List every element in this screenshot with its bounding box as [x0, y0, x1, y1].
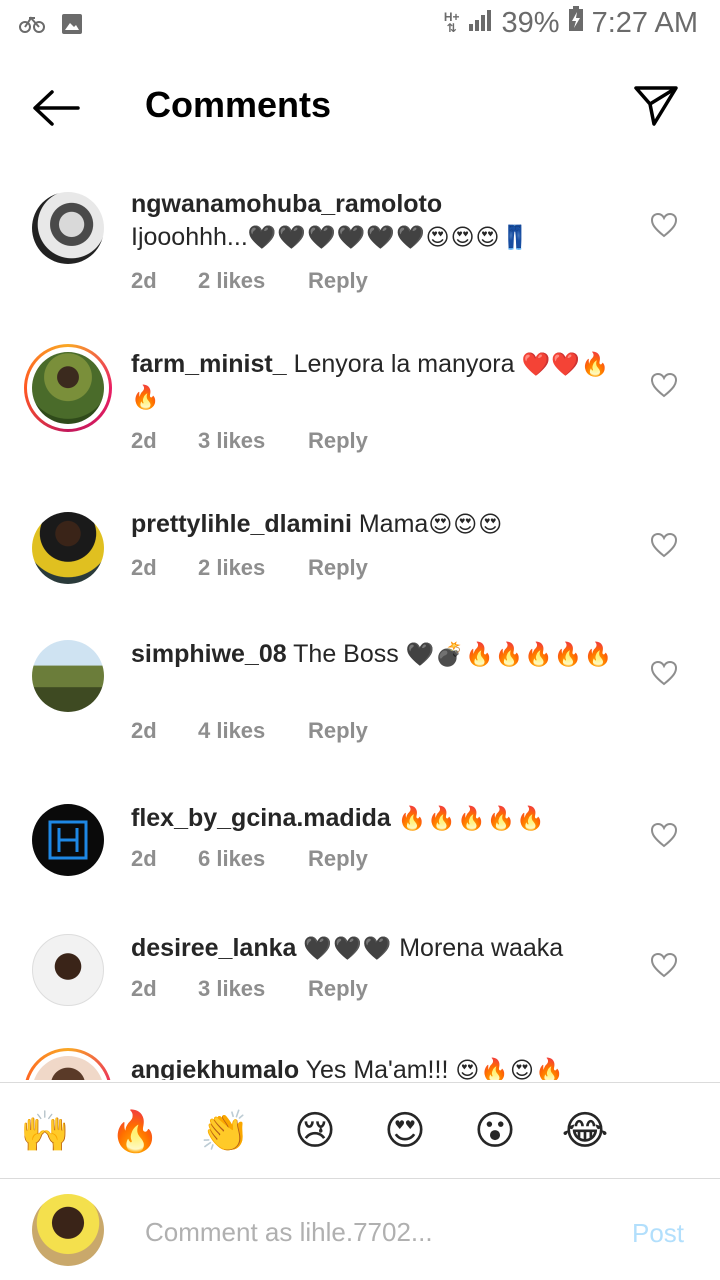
comment-meta: 2d 3 likes Reply [131, 428, 368, 454]
comment-text: prettylihle_dlamini Mama😍😍😍 [131, 508, 631, 541]
avatar[interactable] [32, 934, 104, 1006]
comment-text: farm_minist_ Lenyora la manyora ❤️❤️🔥🔥 [131, 348, 631, 414]
battery-percent: 39% [501, 6, 560, 39]
comment-body: Morena waaka [399, 934, 564, 962]
comment-emoji: 😍🔥😍🔥 [455, 1057, 565, 1080]
avatar[interactable] [32, 512, 104, 584]
avatar[interactable] [32, 804, 104, 876]
like-heart-icon[interactable] [650, 372, 678, 398]
comment-username[interactable]: prettylihle_dlamini [131, 510, 352, 538]
comment-body: Mama [358, 510, 429, 538]
comment-body: Ijooohhh... [131, 223, 248, 251]
reaction-clap-icon[interactable]: 👏 [200, 1108, 250, 1155]
comment-username[interactable]: angiekhumalo [131, 1056, 299, 1080]
comment-likes[interactable]: 3 likes [198, 428, 308, 454]
comment-emoji: 😍😍😍 [428, 511, 504, 537]
reply-button[interactable]: Reply [308, 718, 368, 744]
comment-likes[interactable]: 6 likes [198, 846, 308, 872]
reply-button[interactable]: Reply [308, 428, 368, 454]
battery-charging-icon [568, 6, 584, 40]
quick-reaction-bar: 🙌 🔥 👏 😢 😍 😮 😂 [0, 1090, 720, 1178]
comment-meta: 2d 2 likes Reply [131, 268, 368, 294]
reaction-laughing-icon[interactable]: 😂 [560, 1108, 610, 1154]
comment-text: desiree_lanka 🖤🖤🖤 Morena waaka [131, 932, 631, 965]
comment-emoji: 🖤💣🔥🔥🔥🔥🔥 [405, 641, 614, 667]
comment-input[interactable] [145, 1210, 605, 1254]
comment-username[interactable]: simphiwe_08 [131, 640, 287, 668]
comment-meta: 2d 2 likes Reply [131, 555, 368, 581]
reaction-surprised-icon[interactable]: 😮 [470, 1108, 520, 1154]
comment-text: simphiwe_08 The Boss 🖤💣🔥🔥🔥🔥🔥 [131, 638, 631, 671]
divider [0, 1082, 720, 1083]
divider [0, 1178, 720, 1179]
page-title: Comments [145, 84, 332, 125]
comment-likes[interactable]: 3 likes [198, 976, 308, 1002]
current-user-avatar [32, 1194, 104, 1266]
clock: 7:27 AM [591, 6, 698, 39]
signal-icon [468, 7, 494, 40]
comment-likes[interactable]: 4 likes [198, 718, 308, 744]
comment-emoji: 🖤🖤🖤🖤🖤🖤😍😍😍👖 [247, 224, 531, 250]
like-heart-icon[interactable] [650, 532, 678, 558]
gallery-icon [60, 12, 84, 41]
comment-meta: 2d 3 likes Reply [131, 976, 368, 1002]
comment-likes[interactable]: 2 likes [198, 268, 308, 294]
comment-time: 2d [131, 268, 157, 293]
paper-plane-icon [634, 86, 678, 126]
comment-username[interactable]: flex_by_gcina.madida [131, 804, 391, 832]
comment-time: 2d [131, 846, 157, 871]
comment-time: 2d [131, 718, 157, 743]
like-heart-icon[interactable] [650, 212, 678, 238]
comment-text: angiekhumalo Yes Ma'am!!! 😍🔥😍🔥 [131, 1054, 631, 1080]
comment-username[interactable]: desiree_lanka [131, 934, 296, 962]
comment-username[interactable]: ngwanamohuba_ramoloto [131, 190, 442, 218]
comments-list[interactable]: ngwanamohuba_ramoloto Ijooohhh...🖤🖤🖤🖤🖤🖤😍… [0, 170, 720, 1080]
reply-button[interactable]: Reply [308, 555, 368, 581]
post-button[interactable]: Post [632, 1218, 684, 1249]
reaction-fire-icon[interactable]: 🔥 [110, 1108, 160, 1155]
avatar-with-story-ring[interactable] [24, 1048, 112, 1080]
comment-body: The Boss [293, 640, 399, 668]
avatar[interactable] [32, 192, 104, 264]
reaction-crying-icon[interactable]: 😢 [290, 1108, 340, 1154]
share-button[interactable] [630, 80, 682, 132]
comment-text: ngwanamohuba_ramoloto Ijooohhh...🖤🖤🖤🖤🖤🖤😍… [131, 188, 631, 254]
comment-emoji: 🖤🖤🖤 [303, 935, 393, 961]
status-left-icons [18, 12, 84, 41]
reaction-raised-hands-icon[interactable]: 🙌 [20, 1108, 70, 1155]
comment-likes[interactable]: 2 likes [198, 555, 308, 581]
comment-composer: Post [0, 1182, 720, 1280]
reply-button[interactable]: Reply [308, 976, 368, 1002]
logo-icon [48, 820, 88, 860]
comment-time: 2d [131, 555, 157, 580]
status-right: H+ ⇅ 39% 7:27 AM [444, 6, 698, 40]
status-bar: H+ ⇅ 39% 7:27 AM [0, 0, 720, 50]
like-heart-icon[interactable] [650, 660, 678, 686]
like-heart-icon[interactable] [650, 952, 678, 978]
back-button[interactable] [30, 86, 82, 130]
reply-button[interactable]: Reply [308, 846, 368, 872]
arrow-left-icon [33, 90, 80, 126]
reply-button[interactable]: Reply [308, 268, 368, 294]
avatar-with-story-ring[interactable] [24, 344, 112, 432]
avatar[interactable] [32, 640, 104, 712]
like-heart-icon[interactable] [650, 822, 678, 848]
comment-username[interactable]: farm_minist_ [131, 350, 287, 378]
comment-text: flex_by_gcina.madida 🔥🔥🔥🔥🔥 [131, 802, 631, 835]
header-bar: Comments [0, 60, 720, 152]
comment-time: 2d [131, 428, 157, 453]
notification-bike-icon [18, 12, 46, 41]
reaction-heart-eyes-icon[interactable]: 😍 [380, 1108, 430, 1154]
comment-time: 2d [131, 976, 157, 1001]
comment-meta: 2d 6 likes Reply [131, 846, 368, 872]
network-type: H+ ⇅ [443, 10, 460, 35]
comment-emoji: 🔥🔥🔥🔥🔥 [397, 805, 546, 831]
comment-body: Yes Ma'am!!! [305, 1056, 449, 1080]
comment-body: Lenyora la manyora [293, 350, 515, 378]
comment-meta: 2d 4 likes Reply [131, 718, 368, 744]
